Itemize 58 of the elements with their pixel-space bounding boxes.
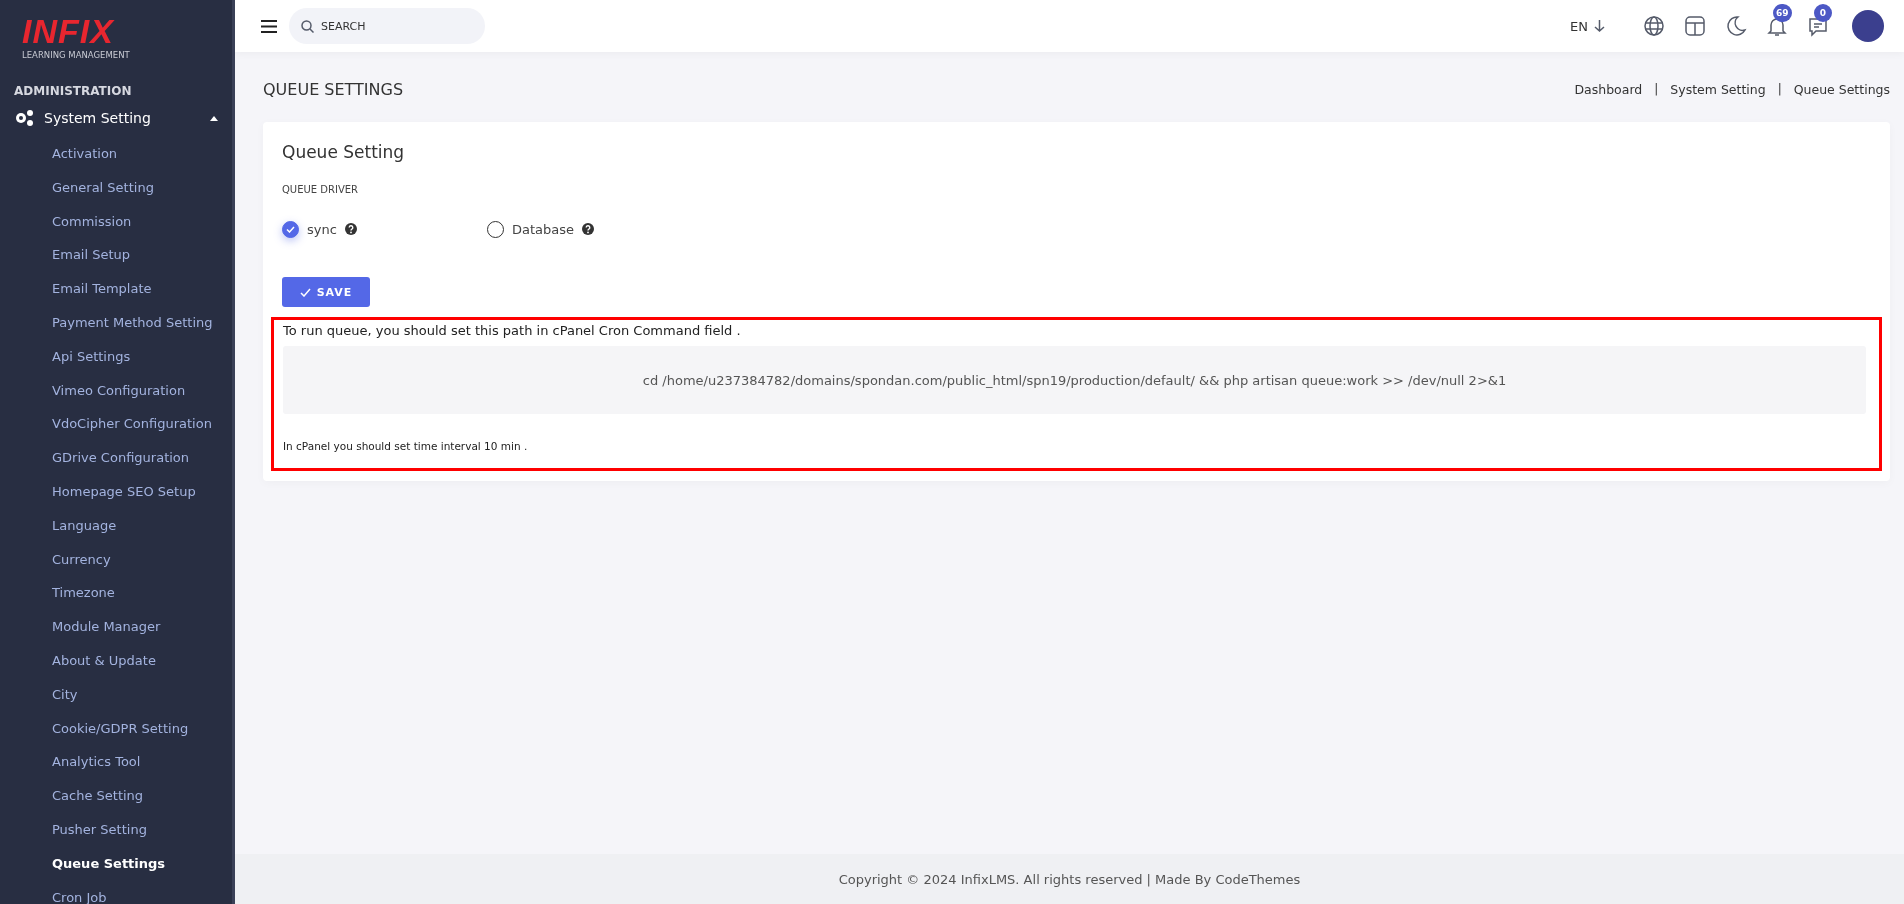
breadcrumb-separator: | (1654, 82, 1659, 96)
sidebar-item[interactable]: Email Template (52, 272, 152, 306)
breadcrumb-separator: | (1777, 82, 1782, 96)
language-select[interactable]: EN (1570, 18, 1605, 34)
command-text: cd /home/u237384782/domains/spondan.com/public_html/spn19/production/default/ && php artisan queue:work >> /dev/null 2>&1 (642, 372, 1507, 388)
sidebar-item[interactable]: VdoCipher Configuration (52, 407, 212, 442)
sidebar-item[interactable]: Api Settings (52, 339, 131, 374)
field-label: QUEUE DRIVER (282, 184, 359, 195)
sidebar-item[interactable]: Homepage SEO Setup (52, 474, 196, 509)
page-title: QUEUE SETTINGS (263, 79, 404, 99)
sidebar-item[interactable]: Cache Setting (52, 779, 144, 813)
layout-icon[interactable] (1683, 14, 1707, 38)
save-button[interactable]: SAVE (282, 277, 370, 307)
sidebar-item[interactable]: Commission (52, 204, 132, 239)
sidebar-item[interactable]: Payment Method Setting (52, 306, 213, 340)
sidebar-item[interactable]: Cron Job (52, 880, 107, 904)
sidebar-item[interactable]: Timezone (52, 576, 115, 611)
sidebar-item[interactable]: Language (52, 508, 117, 543)
sidebar-item[interactable]: Currency (52, 542, 111, 577)
avatar[interactable] (1852, 10, 1884, 42)
check-icon (286, 225, 295, 233)
breadcrumb-link[interactable]: Queue Settings (1793, 81, 1890, 97)
logo-tagline: LEARNING MANAGEMENT (22, 50, 130, 60)
sidebar-item[interactable]: Email Setup (52, 238, 131, 273)
sidebar-item[interactable]: Vimeo Configuration (52, 373, 186, 408)
card-title: Queue Setting (281, 142, 405, 162)
sidebar-item[interactable]: Cookie/GDPR Setting (52, 711, 189, 746)
sidebar-item[interactable]: Activation (52, 137, 118, 171)
radio-button[interactable] (282, 220, 299, 238)
radio-label[interactable]: Database (512, 221, 575, 237)
sidebar-item[interactable]: City (52, 677, 78, 712)
help-icon[interactable] (582, 223, 595, 235)
sidebar-item[interactable]: Analytics Tool (52, 745, 141, 780)
check-icon (299, 287, 311, 297)
help-icon[interactable] (344, 223, 357, 235)
search-field[interactable]: SEARCH (289, 8, 485, 44)
copyright-text: Copyright © 2024 InfixLMS. All rights reserved | Made By CodeThemes (838, 871, 1301, 887)
radio-label[interactable]: sync (307, 221, 337, 237)
sidebar-item[interactable]: Queue Settings (52, 846, 166, 881)
interval-note: In cPanel you should set time interval 10 min . (283, 440, 528, 452)
arrow-down-icon (1594, 20, 1605, 32)
sidebar-item[interactable]: About & Update (52, 643, 156, 678)
sidebar-item[interactable]: GDrive Configuration (52, 441, 190, 475)
section-heading: ADMINISTRATION (13, 83, 132, 98)
sidebar-item[interactable]: Pusher Setting (52, 812, 147, 847)
message-count: 0 (1814, 4, 1832, 22)
sidebar-item[interactable]: General Setting (52, 170, 154, 205)
sidebar-item[interactable]: Module Manager (52, 610, 161, 644)
menu-group[interactable]: System Setting (0, 99, 232, 135)
globe-icon[interactable] (1642, 14, 1666, 38)
breadcrumb-link[interactable]: Dashboard (1574, 81, 1643, 97)
logo-text: INFIX (22, 14, 114, 48)
gears-icon (14, 109, 34, 127)
instruction-text: To run queue, you should set this path in cPanel Cron Command field . (283, 323, 742, 338)
notification-count: 69 (1773, 4, 1792, 22)
moon-icon[interactable] (1724, 14, 1748, 38)
menu-icon[interactable] (261, 19, 277, 33)
breadcrumb-link[interactable]: System Setting (1670, 81, 1766, 97)
